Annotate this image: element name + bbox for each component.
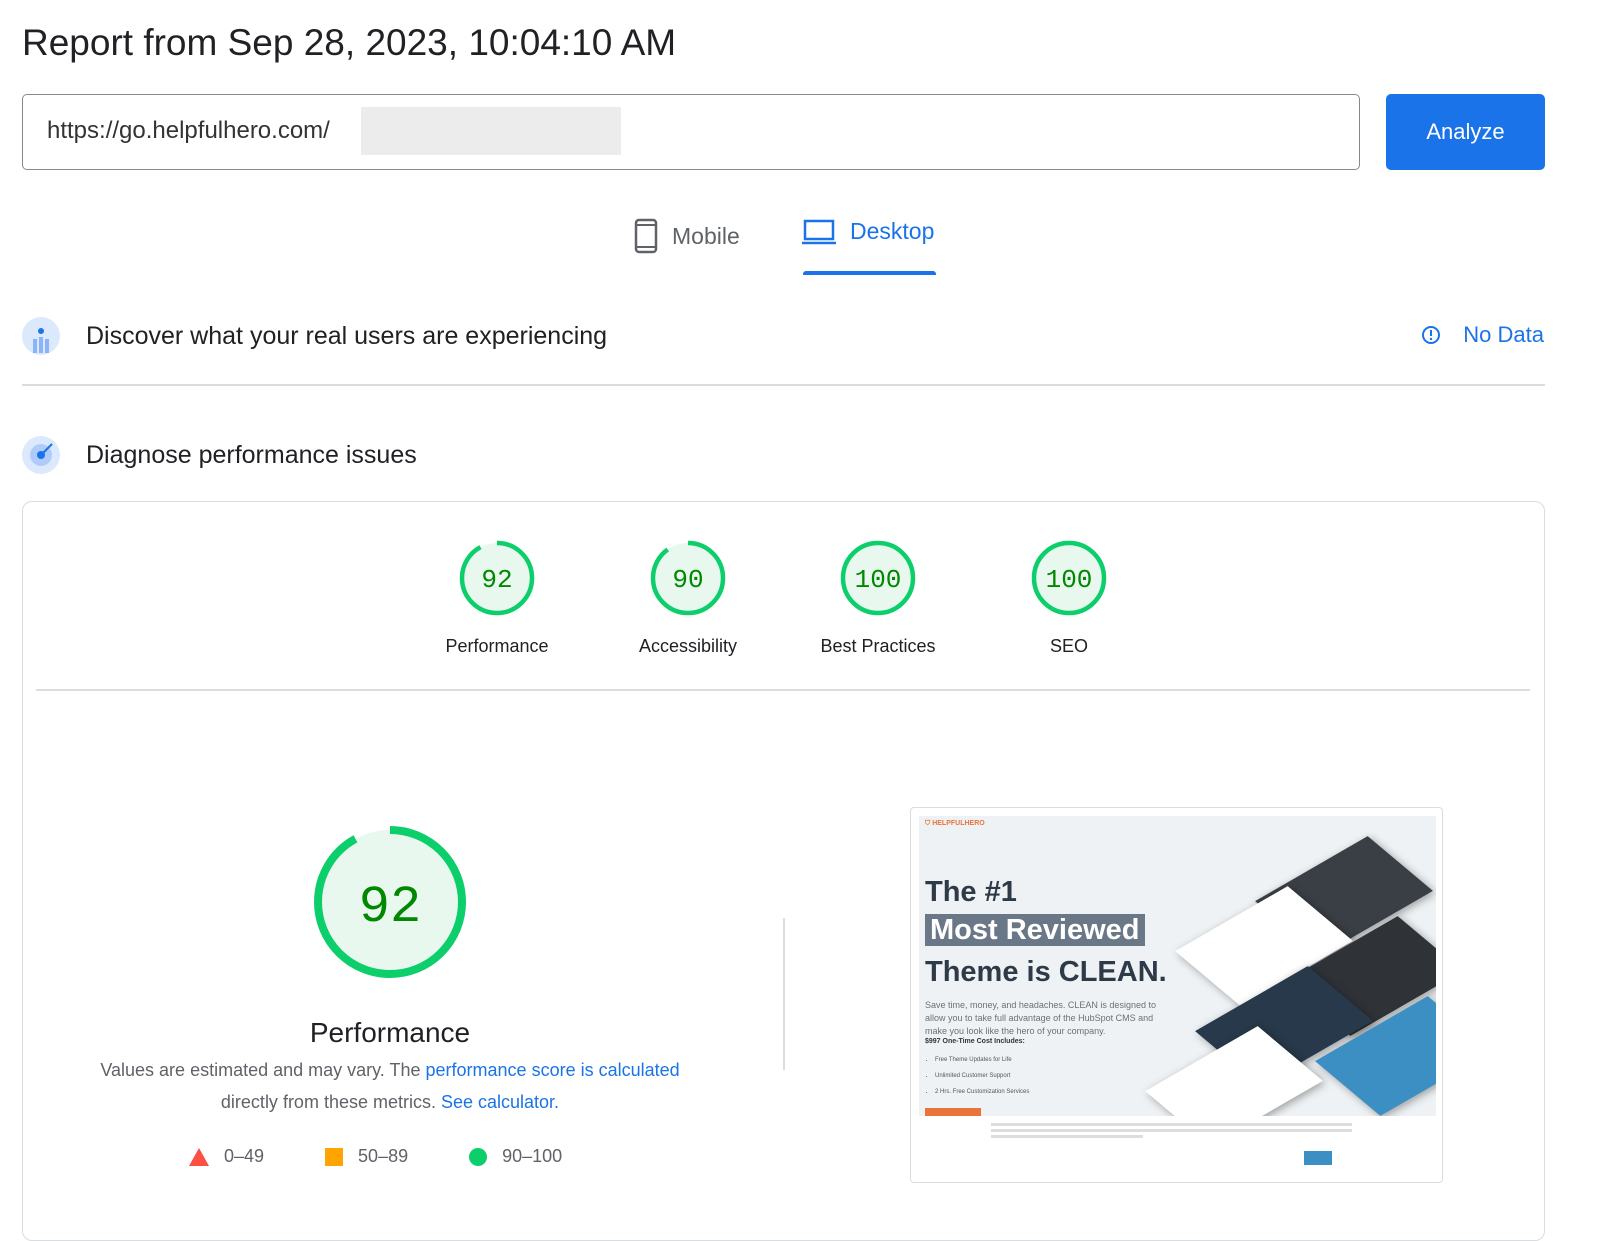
users-icon bbox=[22, 317, 60, 355]
score-legend: 0–49 50–89 90–100 bbox=[188, 1146, 622, 1167]
screenshot-headline-1: The #1 bbox=[925, 876, 1017, 908]
gauge-score: 100 bbox=[855, 565, 902, 595]
url-value: https://go.helpfulhero.com/ bbox=[47, 117, 330, 144]
screenshot-headline-3: Theme is CLEAN. bbox=[925, 956, 1167, 988]
desc-text: Values are estimated and may vary. The bbox=[100, 1060, 426, 1080]
legend-average: 50–89 bbox=[324, 1146, 408, 1167]
laptop-icon bbox=[802, 219, 836, 244]
info-icon bbox=[1422, 326, 1441, 344]
screenshot-cookie-banner bbox=[991, 1120, 1371, 1141]
screenshot-accept-button bbox=[1304, 1151, 1332, 1165]
divider bbox=[36, 689, 1530, 691]
gauge-score: 100 bbox=[1046, 565, 1093, 595]
gauge-label: Best Practices bbox=[820, 636, 936, 656]
legend-fail: 0–49 bbox=[188, 1146, 264, 1167]
circle-icon bbox=[469, 1147, 488, 1166]
gauge-ring: 100 bbox=[1031, 540, 1107, 616]
site-logo: ⛉ HELPFULHERO bbox=[925, 820, 985, 827]
performance-description: Values are estimated and may vary. The p… bbox=[60, 1054, 720, 1118]
report-title: Report from Sep 28, 2023, 10:04:10 AM bbox=[22, 22, 677, 63]
score-gauge-accessibility[interactable]: 90 Accessibility bbox=[598, 538, 778, 657]
legend-range: 0–49 bbox=[224, 1146, 265, 1166]
page-screenshot: ⛉ HELPFULHERO The #1 Most Reviewed Theme… bbox=[910, 807, 1443, 1183]
score-gauge-seo[interactable]: 100 SEO bbox=[979, 538, 1159, 657]
phone-icon bbox=[634, 218, 658, 254]
redacted-url-part bbox=[361, 107, 621, 155]
bullet: Free Theme Updates for Life bbox=[935, 1052, 1029, 1068]
screenshot-cost: $997 One-Time Cost Includes: bbox=[925, 1038, 1025, 1045]
no-data-link[interactable]: No Data bbox=[1421, 322, 1544, 348]
lab-data-heading: Diagnose performance issues bbox=[86, 440, 417, 469]
divider bbox=[22, 384, 1545, 386]
score-gauge-performance[interactable]: 92 Performance bbox=[407, 538, 587, 657]
analyze-button[interactable]: Analyze bbox=[1386, 94, 1545, 170]
no-data-label: No Data bbox=[1463, 322, 1544, 347]
url-input[interactable]: https://go.helpfulhero.com/ bbox=[22, 94, 1360, 170]
legend-range: 50–89 bbox=[358, 1146, 409, 1166]
tab-mobile-label: Mobile bbox=[672, 222, 740, 249]
gauge-label: SEO bbox=[1049, 636, 1088, 656]
screenshot-bullets: Free Theme Updates for LifeUnlimited Cus… bbox=[935, 1052, 1029, 1100]
score-calculated-link[interactable]: performance score is calculated bbox=[426, 1060, 680, 1080]
field-data-heading: Discover what your real users are experi… bbox=[86, 321, 608, 350]
legend-range: 90–100 bbox=[502, 1146, 563, 1166]
gauge-score: 92 bbox=[481, 565, 512, 595]
desc-text-2: directly from these metrics. bbox=[220, 1092, 441, 1112]
performance-gauge-ring: 92 bbox=[314, 826, 466, 978]
performance-title: Performance bbox=[309, 1017, 471, 1048]
triangle-icon bbox=[189, 1147, 209, 1166]
gauge-ring: 100 bbox=[840, 540, 916, 616]
tab-desktop-label: Desktop bbox=[850, 218, 935, 244]
bullet: 2 Hrs. Free Customization Services bbox=[935, 1084, 1029, 1100]
active-tab-indicator bbox=[803, 271, 936, 275]
see-calculator-link[interactable]: See calculator. bbox=[441, 1092, 559, 1112]
screenshot-cta bbox=[925, 1108, 981, 1116]
performance-score: 92 bbox=[359, 878, 421, 937]
field-data-section: Discover what your real users are experi… bbox=[22, 317, 607, 355]
score-gauge-best-practices[interactable]: 100 Best Practices bbox=[788, 538, 968, 657]
legend-pass: 90–100 bbox=[468, 1146, 562, 1167]
lab-data-section: Diagnose performance issues bbox=[22, 436, 417, 474]
gauge-score: 90 bbox=[672, 565, 703, 595]
bullet: Unlimited Customer Support bbox=[935, 1068, 1029, 1084]
screenshot-headline-2: Most Reviewed bbox=[925, 914, 1145, 946]
tab-mobile[interactable]: Mobile bbox=[634, 218, 740, 254]
gauge-ring: 90 bbox=[650, 540, 726, 616]
gauge-label: Accessibility bbox=[638, 636, 738, 656]
gauge-ring: 92 bbox=[459, 540, 535, 616]
performance-gauge-large: 92 Performance bbox=[240, 822, 540, 1049]
gauge-icon bbox=[22, 436, 60, 474]
square-icon bbox=[325, 1147, 344, 1166]
screenshot-paragraph: Save time, money, and headaches. CLEAN i… bbox=[925, 1000, 1156, 1036]
tab-desktop[interactable]: Desktop bbox=[802, 218, 934, 245]
divider-vertical bbox=[783, 918, 785, 1070]
gauge-label: Performance bbox=[445, 636, 549, 656]
